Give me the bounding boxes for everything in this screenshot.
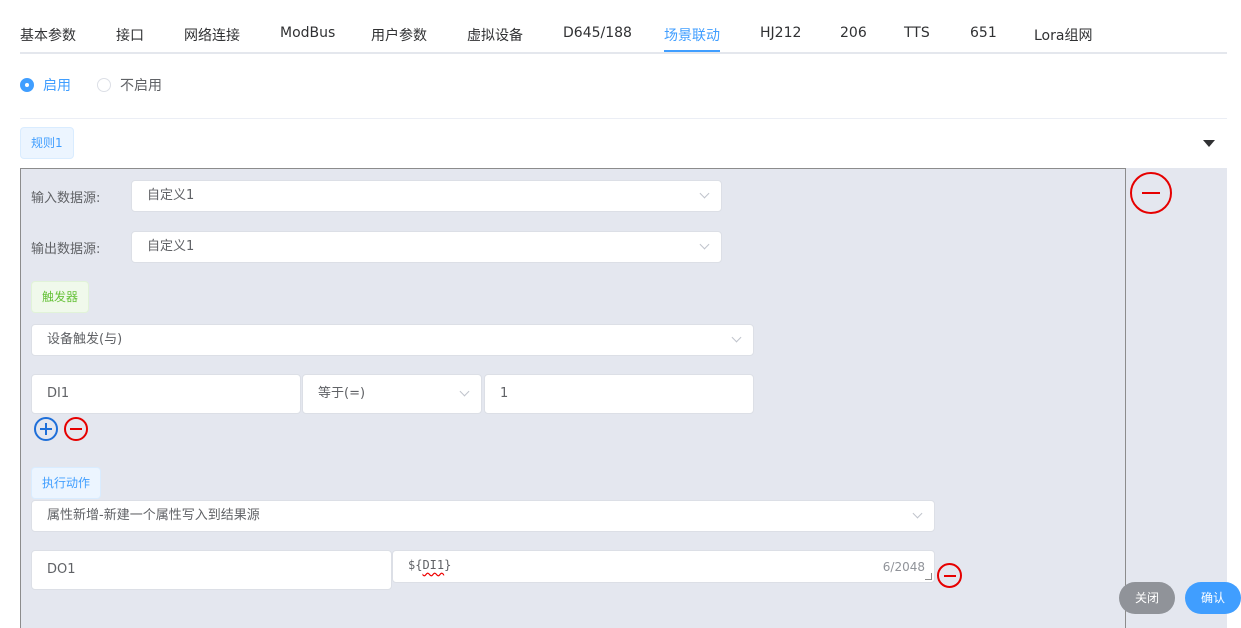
chevron-down-icon (912, 508, 923, 519)
input-source-select[interactable]: 自定义1 (131, 180, 722, 212)
trigger-type-value: 设备触发(与) (47, 332, 123, 347)
tab-d645[interactable]: D645/188 (563, 25, 632, 41)
radio-enable[interactable]: 启用 (20, 75, 71, 95)
condition-value-input[interactable]: 1 (484, 374, 754, 414)
minus-icon (70, 428, 82, 430)
action-type-value: 属性新增-新建一个属性写入到结果源 (47, 508, 260, 523)
tab-scene-linkage[interactable]: 场景联动 (664, 25, 720, 45)
minus-icon (1142, 192, 1160, 194)
tab-bar: 基本参数 接口 网络连接 ModBus 用户参数 虚拟设备 D645/188 场… (20, 0, 1227, 54)
rule-tag: 规则1 (20, 127, 74, 159)
radio-disable-label: 不启用 (120, 78, 162, 94)
input-source-label: 输入数据源: (31, 191, 101, 206)
action-type-select[interactable]: 属性新增-新建一个属性写入到结果源 (31, 500, 935, 532)
tab-tts[interactable]: TTS (904, 25, 930, 41)
condition-field-input[interactable]: DI1 (31, 374, 301, 414)
chevron-down-icon (699, 188, 710, 199)
minus-icon (943, 574, 956, 577)
close-button[interactable]: 关闭 (1119, 582, 1175, 614)
action-target-input[interactable]: DO1 (31, 550, 392, 590)
remove-action-button[interactable] (937, 563, 962, 588)
action-tag: 执行动作 (31, 467, 102, 499)
condition-operator-select[interactable]: 等于(=) (302, 374, 482, 414)
divider (20, 118, 1227, 119)
collapse-arrow-icon[interactable] (1203, 140, 1215, 147)
trigger-type-select[interactable]: 设备触发(与) (31, 324, 754, 356)
output-source-label: 输出数据源: (31, 242, 101, 257)
expression-prefix: ${ (408, 558, 423, 572)
expression-variable: DI1 (422, 558, 445, 572)
input-source-value: 自定义1 (147, 188, 195, 203)
output-source-value: 自定义1 (147, 239, 195, 254)
condition-operator-value: 等于(=) (318, 386, 366, 401)
trigger-tag: 触发器 (31, 281, 90, 313)
tab-hj212[interactable]: HJ212 (760, 25, 801, 41)
plus-icon-vertical (45, 423, 47, 435)
chevron-down-icon (731, 332, 742, 343)
tab-virtual-device[interactable]: 虚拟设备 (467, 25, 523, 45)
output-source-select[interactable]: 自定义1 (131, 231, 722, 263)
tab-basic-params[interactable]: 基本参数 (20, 25, 76, 45)
expression-suffix: } (444, 558, 452, 572)
radio-enable-dot[interactable] (20, 78, 34, 92)
radio-enable-label: 启用 (43, 78, 71, 94)
action-target-value: DO1 (47, 562, 76, 577)
char-count: 6/2048 (882, 560, 925, 574)
tab-user-params[interactable]: 用户参数 (371, 25, 427, 45)
tab-interface[interactable]: 接口 (116, 25, 144, 45)
enable-radio-group: 启用 不启用 (20, 75, 188, 95)
tab-network[interactable]: 网络连接 (184, 25, 240, 45)
condition-value-value: 1 (500, 386, 509, 401)
radio-disable[interactable]: 不启用 (97, 75, 162, 95)
add-condition-button[interactable] (34, 417, 58, 441)
active-tab-indicator (664, 50, 720, 52)
resize-handle-icon[interactable] (925, 573, 932, 580)
action-expression-textarea[interactable]: ${DI1} 6/2048 (392, 550, 935, 583)
condition-field-value: DI1 (47, 386, 70, 401)
tab-206[interactable]: 206 (840, 25, 867, 41)
remove-rule-button[interactable] (1130, 172, 1172, 214)
chevron-down-icon (699, 239, 710, 250)
remove-condition-button[interactable] (64, 417, 88, 441)
confirm-button[interactable]: 确认 (1185, 582, 1241, 614)
tab-modbus[interactable]: ModBus (280, 25, 335, 41)
radio-disable-dot[interactable] (97, 78, 111, 92)
chevron-down-icon (459, 386, 470, 397)
tab-lora[interactable]: Lora组网 (1034, 25, 1092, 45)
tab-651[interactable]: 651 (970, 25, 997, 41)
